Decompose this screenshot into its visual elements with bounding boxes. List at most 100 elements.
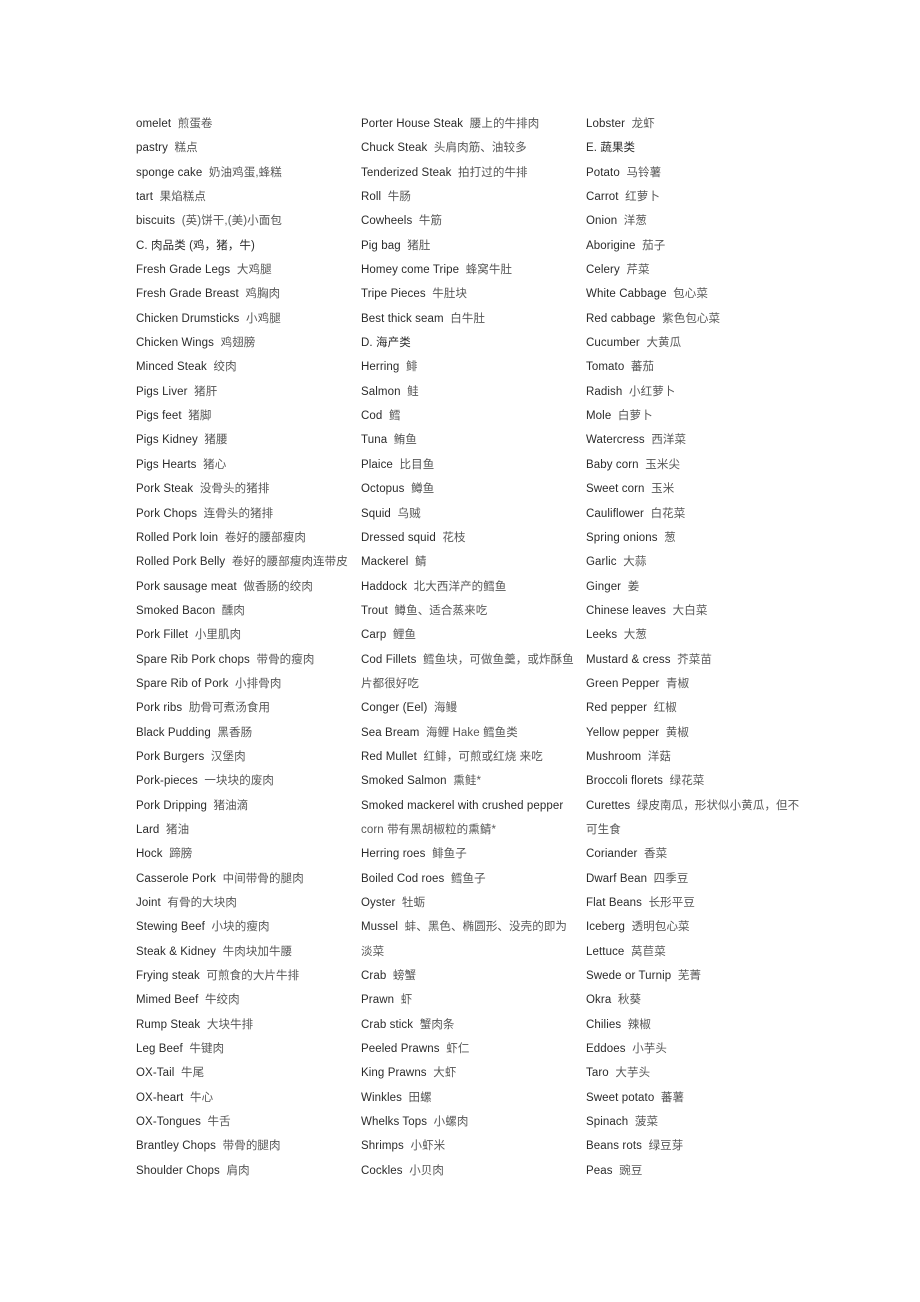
glossary-column-1: omelet 煎蛋卷 pastry 糕点 sponge cake 奶油鸡蛋,蜂糕 ta… [136,112,361,1183]
entry-term-zh: 汉堡肉 [204,750,246,763]
glossary-entry: Pork ribs 肋骨可煮汤食用 [136,696,361,720]
entry-term-zh: 葱 [657,531,676,544]
entry-term-zh: 莴苣菜 [624,945,666,958]
glossary-entry: Green Pepper 青椒 [586,672,811,696]
entry-term-en: Dressed squid [361,531,436,544]
entry-term-zh: 牛肠 [381,191,412,204]
glossary-entry: Pigs feet 猪脚 [136,404,361,428]
entry-term-zh: 有骨的大块肉 [160,897,237,909]
entry-term-zh: 鸡胸肉 [238,288,281,301]
entry-term-zh: 乌贼 [390,507,421,520]
glossary-entry: Lettuce 莴苣菜 [586,940,811,964]
entry-term-zh: 牛肚块 [425,288,468,301]
glossary-entry: Mackerel 鲭 [361,550,586,574]
glossary-entry: Best thick seam 白牛肚 [361,307,586,331]
entry-term-en: Cod [361,410,383,423]
entry-term-en: Pork Dripping [136,799,207,812]
entry-term-en: Rolled Pork Belly [136,556,226,569]
entry-term-zh: 猪肚 [400,239,431,252]
entry-term-en: Red pepper [586,702,648,715]
glossary-entry: OX-Tongues 牛舌 [136,1110,361,1134]
entry-term-zh: 小螺肉 [427,1116,469,1129]
entry-term-en: Radish [586,385,623,398]
entry-term-zh: 豌豆 [612,1164,643,1177]
entry-term-zh: 红鲱，可煎或红烧 来吃 [416,750,543,763]
glossary-entry: Cauliflower 白花菜 [586,502,811,526]
glossary-entry: Leg Beef 牛键肉 [136,1037,361,1061]
glossary-entry: Baby corn 玉米尖 [586,453,811,477]
entry-term-zh: 做香肠的绞肉 [236,580,313,593]
entry-term-en: Pork sausage meat [136,580,237,593]
glossary-entry: biscuits (英)饼干,(美)小面包 [136,209,361,233]
entry-term-zh: 螃蟹 [386,970,417,983]
entry-term-zh: 绞肉 [206,361,237,374]
glossary-entry: OX-Tail 牛尾 [136,1061,361,1085]
glossary-entry: Cod 鳕 [361,404,586,428]
entry-term-en: Swede or Turnip [586,970,672,983]
entry-term-en: Lobster [586,118,626,130]
entry-term-zh: 小里肌肉 [188,629,242,642]
glossary-entry: Black Pudding 黑香肠 [136,721,361,745]
glossary-entry: Potato 马铃薯 [586,161,811,185]
entry-term-en: Peeled Prawns [361,1043,440,1056]
entry-term-en: Yellow pepper [586,726,660,739]
entry-term-zh: 芹菜 [619,264,650,277]
entry-term-en: Conger (Eel) [361,702,428,715]
entry-term-en: Cucumber [586,337,640,350]
entry-term-zh: 大白菜 [666,604,708,617]
entry-term-zh: 香菜 [637,848,668,861]
glossary-entry: King Prawns 大虾 [361,1061,586,1085]
entry-term-zh: 黑香肠 [210,726,253,739]
glossary-entry: Okra 秋葵 [586,988,811,1012]
entry-term-en: Hock [136,848,163,861]
entry-term-en: Lettuce [586,945,625,958]
entry-term-zh: 小虾米 [403,1140,446,1153]
glossary-entry: Fresh Grade Legs 大鸡腿 [136,258,361,282]
entry-term-zh: 鲤鱼 [386,629,417,642]
glossary-entry: Crab stick 蟹肉条 [361,1013,586,1037]
glossary-entry: Red pepper 红椒 [586,696,811,720]
entry-term-zh: 菠菜 [628,1116,659,1129]
entry-term-zh: 白牛肚 [443,312,486,325]
entry-term-zh: 鳕鱼块，可做鱼羹，或炸酥鱼 [416,653,574,666]
entry-term-zh: 头肩肉筋、油较多 [427,142,527,155]
entry-term-en: Plaice [361,458,393,471]
entry-term-en: Dwarf Bean [586,872,648,885]
glossary-entry: Sweet potato 蕃薯 [586,1086,811,1110]
glossary-entry: Haddock 北大西洋产的鳕鱼 [361,575,586,599]
entry-term-zh: 大块牛排 [200,1018,254,1031]
glossary-entry: Pork Burgers 汉堡肉 [136,745,361,769]
entry-term-en: Octopus [361,483,405,496]
entry-term-en: Sea Bream [361,726,420,739]
entry-term-zh: 果焰糕点 [153,191,207,204]
glossary-entry: Sweet corn 玉米 [586,477,811,501]
entry-term-en: Pork ribs [136,702,183,715]
entry-term-en: Garlic [586,556,617,569]
entry-term-zh: 奶油鸡蛋,蜂糕 [202,166,282,179]
entry-term-zh: 蟹肉条 [413,1018,455,1031]
glossary-entry: Watercress 西洋菜 [586,428,811,452]
entry-term-en: Herring [361,361,400,374]
entry-term-en: Fresh Grade Breast [136,288,239,301]
entry-term-zh: 卷好的腰部瘦肉连带皮 [225,556,348,569]
glossary-entry: Steak & Kidney 牛肉块加牛腰 [136,940,361,964]
entry-term-en: Pork Burgers [136,750,205,763]
entry-term-en: Carp [361,629,387,642]
entry-term-en: Spring onions [586,531,658,544]
entry-term-en: Rolled Pork loin [136,531,219,544]
entry-term-zh: 鳕鱼子 [444,872,486,885]
glossary-entry: Plaice 比目鱼 [361,453,586,477]
entry-term-zh: 马铃薯 [619,166,662,179]
entry-term-zh: 大虾 [426,1067,457,1080]
entry-term-en: Casserole Pork [136,872,217,885]
entry-term-en: Best thick seam [361,312,444,325]
glossary-entry: Rump Steak 大块牛排 [136,1013,361,1037]
entry-term-zh: 海鳗 [427,702,458,715]
glossary-entry: Tomato 蕃茄 [586,355,811,379]
glossary-entry: Joint 有骨的大块肉 [136,891,361,915]
entry-term-zh: 鳟鱼、适合蒸来吃 [387,604,488,617]
entry-term-en: Pigs Hearts [136,458,197,471]
entry-term-zh: 长形平豆 [641,897,695,909]
entry-term-en: Red Mullet [361,750,417,763]
entry-term-en: Salmon [361,385,401,398]
